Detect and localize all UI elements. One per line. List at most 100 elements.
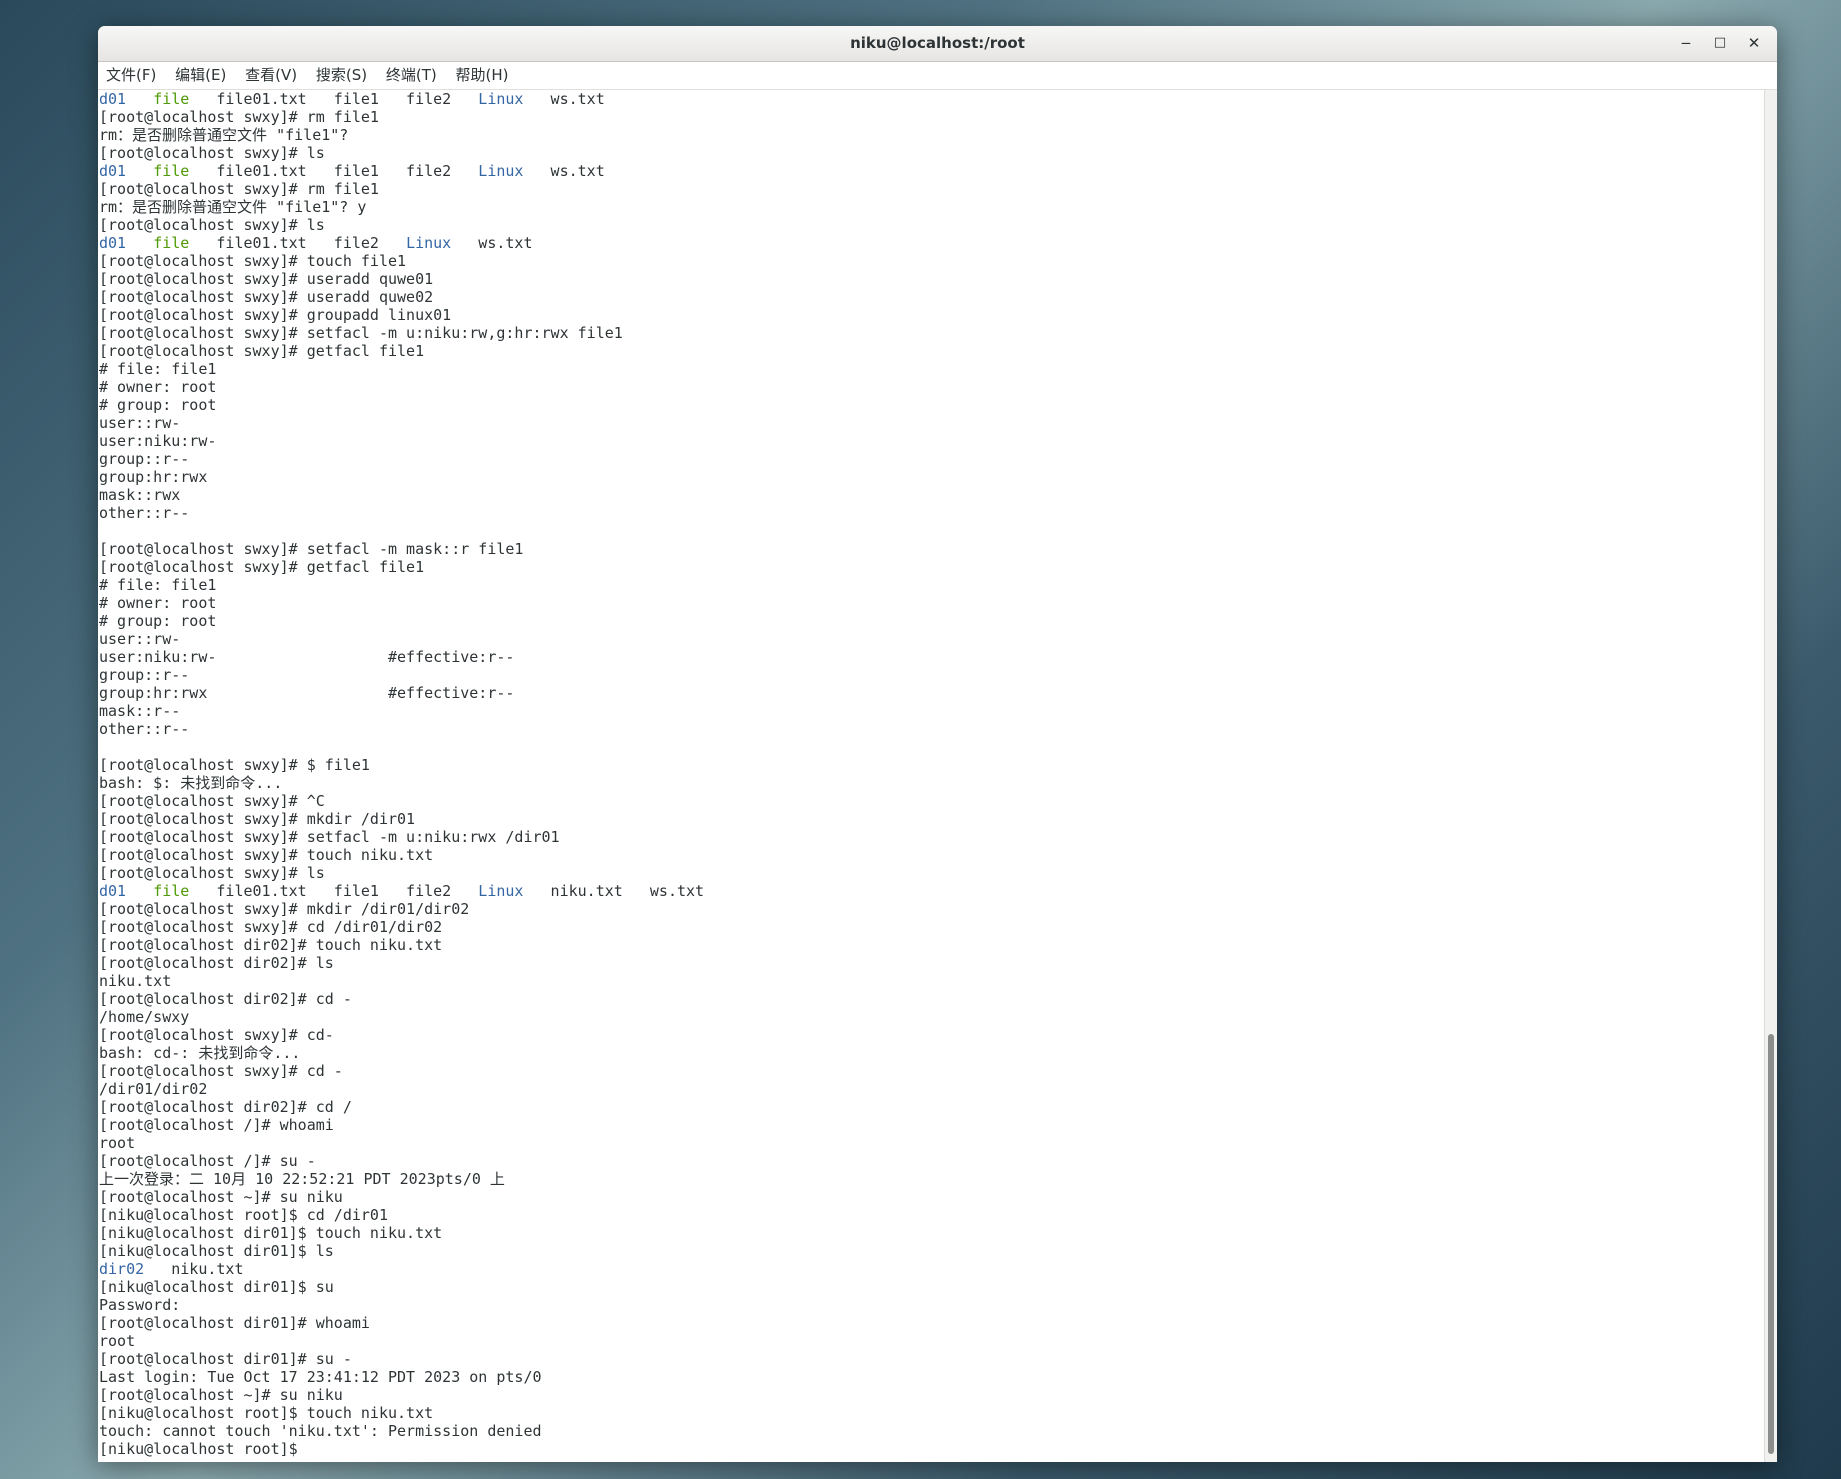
terminal-line: [root@localhost swxy]# mkdir /dir01/dir0… (99, 900, 470, 918)
terminal-line: bash: $: 未找到命令... (99, 774, 283, 792)
terminal-line: [root@localhost swxy]# mkdir /dir01 (99, 810, 416, 828)
terminal-line: [root@localhost /]# whoami (99, 1116, 334, 1134)
directory-entry: Linux (478, 882, 524, 900)
terminal-line: other::r-- (99, 504, 190, 522)
terminal-line: Password: (99, 1296, 181, 1314)
menu-edit[interactable]: 编辑(E) (169, 62, 232, 89)
menu-view[interactable]: 查看(V) (239, 62, 303, 89)
terminal-line: [niku@localhost dir01]$ ls (99, 1242, 334, 1260)
title-bar[interactable]: niku@localhost:/root ‒ □ ✕ (98, 26, 1777, 62)
directory-entry: Linux (406, 234, 452, 252)
terminal-line: [root@localhost dir02]# touch niku.txt (99, 936, 443, 954)
terminal-line: user::rw- (99, 414, 181, 432)
terminal-line: mask::r-- (99, 702, 181, 720)
terminal-window: niku@localhost:/root ‒ □ ✕ 文件(F) 编辑(E) 查… (98, 26, 1777, 1462)
menu-help[interactable]: 帮助(H) (450, 62, 515, 89)
terminal-line: [root@localhost swxy]# touch file1 (99, 252, 407, 270)
directory-entry: d01 (99, 162, 127, 180)
directory-entry: Linux (478, 162, 524, 180)
terminal-line: [niku@localhost dir01]$ su (99, 1278, 334, 1296)
terminal-line: [root@localhost ~]# su niku (99, 1386, 343, 1404)
terminal-line: touch: cannot touch 'niku.txt': Permissi… (99, 1422, 542, 1440)
terminal-line: root (99, 1134, 136, 1152)
terminal-line: rm：是否删除普通空文件 "file1"? y (99, 198, 367, 216)
file-entries: file01.txt file2 (189, 234, 407, 252)
file-entries: niku.txt ws.txt (523, 882, 705, 900)
menu-bar: 文件(F) 编辑(E) 查看(V) 搜索(S) 终端(T) 帮助(H) (98, 62, 1777, 90)
terminal-line: bash: cd-: 未找到命令... (99, 1044, 301, 1062)
directory-entry: d01 (99, 882, 127, 900)
terminal-line: group::r-- (99, 666, 190, 684)
maximize-button[interactable]: □ (1705, 28, 1735, 58)
terminal-line: niku.txt (99, 972, 172, 990)
terminal-line: d01 file file01.txt file1 file2 Linux ni… (99, 882, 1765, 900)
terminal-line: [root@localhost dir01]# whoami (99, 1314, 370, 1332)
terminal-line: [niku@localhost root]$ (99, 1440, 307, 1458)
terminal-line: [niku@localhost root]$ touch niku.txt (99, 1404, 434, 1422)
scrollbar-thumb[interactable] (1768, 1034, 1774, 1454)
terminal-line: # file: file1 (99, 576, 217, 594)
terminal-line: user::rw- (99, 630, 181, 648)
terminal-line: [root@localhost swxy]# ^C (99, 792, 325, 810)
file-entries: ws.txt (451, 234, 533, 252)
terminal-line: [niku@localhost root]$ cd /dir01 (99, 1206, 388, 1224)
terminal-line: mask::rwx (99, 486, 181, 504)
terminal-line: 上一次登录：二 10月 10 22:52:21 PDT 2023pts/0 上 (99, 1170, 505, 1188)
terminal-line: # owner: root (99, 594, 217, 612)
directory-entry: Linux (478, 90, 524, 108)
file-entries: file01.txt file1 file2 (189, 162, 479, 180)
close-button[interactable]: ✕ (1739, 28, 1769, 58)
terminal-line: d01 file file01.txt file1 file2 Linux ws… (99, 162, 1765, 180)
terminal-line: [root@localhost swxy]# getfacl file1 (99, 342, 425, 360)
terminal-line: d01 file file01.txt file2 Linux ws.txt (99, 234, 1765, 252)
terminal-output[interactable]: d01 file file01.txt file1 file2 Linux ws… (98, 90, 1765, 1462)
terminal-line: [root@localhost swxy]# ls (99, 864, 325, 882)
terminal-line: group:hr:rwx (99, 468, 208, 486)
terminal-line: /dir01/dir02 (99, 1080, 208, 1098)
file-entries: file01.txt file1 file2 (189, 90, 479, 108)
terminal-line: [root@localhost swxy]# rm file1 (99, 108, 379, 126)
menu-search[interactable]: 搜索(S) (310, 62, 373, 89)
terminal-line: user:niku:rw- #effective:r-- (99, 648, 515, 666)
directory-entry: dir02 (99, 1260, 145, 1278)
terminal-line: [root@localhost dir02]# cd / (99, 1098, 352, 1116)
terminal-line: other::r-- (99, 720, 190, 738)
file-entries: ws.txt (523, 90, 605, 108)
scrollbar[interactable] (1764, 90, 1777, 1462)
terminal-line: [root@localhost swxy]# ls (99, 144, 325, 162)
terminal-line: [root@localhost swxy]# cd /dir01/dir02 (99, 918, 443, 936)
terminal-line: [root@localhost swxy]# groupadd linux01 (99, 306, 452, 324)
menu-terminal[interactable]: 终端(T) (380, 62, 443, 89)
terminal-line: # file: file1 (99, 360, 217, 378)
window-title: niku@localhost:/root (850, 34, 1025, 52)
terminal-line: rm：是否删除普通空文件 "file1"? (99, 126, 349, 144)
directory-entry: d01 (99, 234, 127, 252)
terminal-line: [root@localhost dir02]# ls (99, 954, 334, 972)
terminal-line: [root@localhost swxy]# useradd quwe02 (99, 288, 434, 306)
directory-entry: d01 (99, 90, 127, 108)
terminal-line: [root@localhost swxy]# useradd quwe01 (99, 270, 434, 288)
terminal-line: [root@localhost dir02]# cd - (99, 990, 352, 1008)
terminal-line: group:hr:rwx #effective:r-- (99, 684, 515, 702)
terminal-line: [root@localhost swxy]# getfacl file1 (99, 558, 425, 576)
terminal-lines: d01 file file01.txt file1 file2 Linux ws… (98, 90, 1765, 1458)
file-entries: ws.txt (523, 162, 605, 180)
terminal-line: [root@localhost swxy]# setfacl -m u:niku… (99, 828, 560, 846)
terminal-line: d01 file file01.txt file1 file2 Linux ws… (99, 90, 1765, 108)
minimize-button[interactable]: ‒ (1671, 28, 1701, 58)
file-entries (126, 882, 153, 900)
terminal-line: group::r-- (99, 450, 190, 468)
terminal-line: Last login: Tue Oct 17 23:41:12 PDT 2023… (99, 1368, 542, 1386)
menu-file[interactable]: 文件(F) (100, 62, 162, 89)
file-entries (126, 90, 153, 108)
terminal-line: [root@localhost swxy]# setfacl -m u:niku… (99, 324, 623, 342)
file-entries: niku.txt (144, 1260, 244, 1278)
terminal-line: [niku@localhost dir01]$ touch niku.txt (99, 1224, 443, 1242)
executable-entry: file (153, 882, 190, 900)
terminal-line: [root@localhost swxy]# cd - (99, 1062, 343, 1080)
terminal-line: [root@localhost swxy]# ls (99, 216, 325, 234)
terminal-line: user:niku:rw- (99, 432, 217, 450)
terminal-line: [root@localhost swxy]# setfacl -m mask::… (99, 540, 524, 558)
